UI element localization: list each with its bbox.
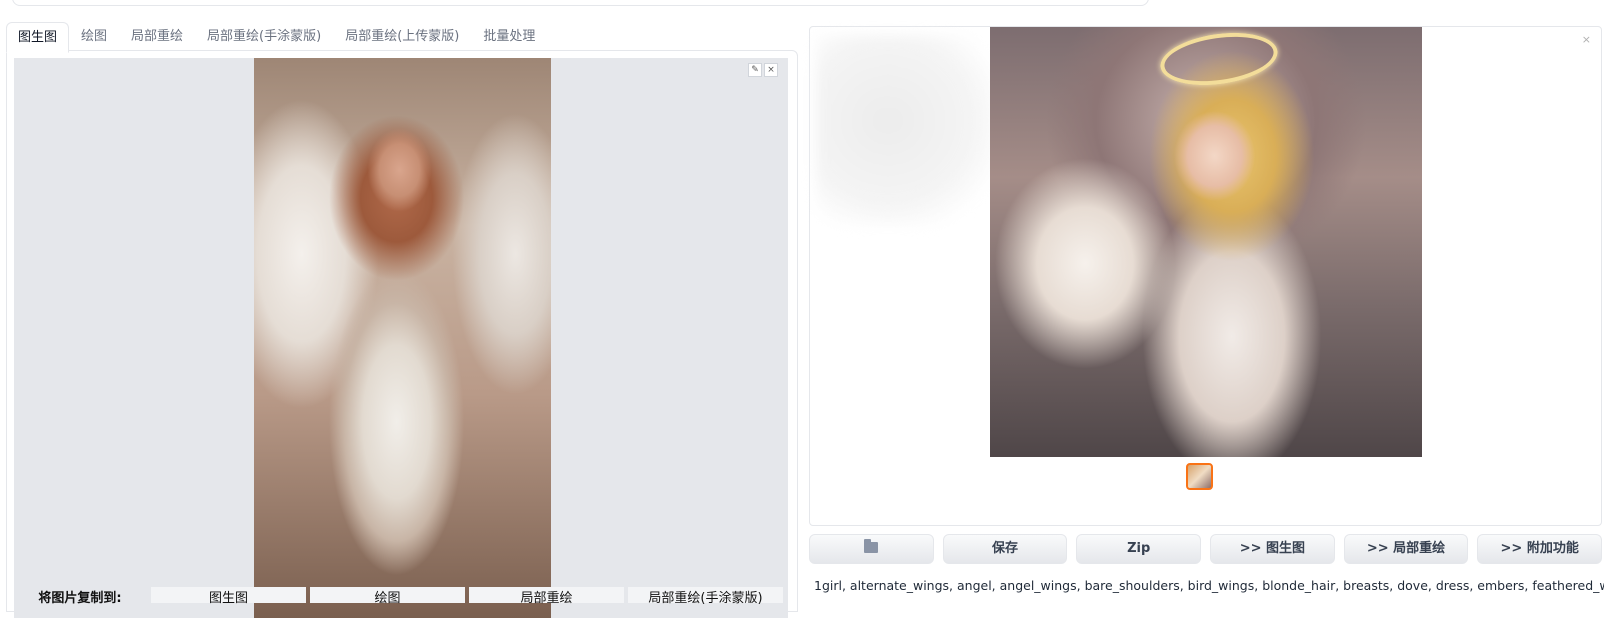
output-image[interactable] [990, 26, 1422, 457]
halo-shape [1157, 26, 1281, 92]
zip-button[interactable]: Zip [1076, 534, 1202, 564]
copy-to-inpaint-sketch-button[interactable]: 局部重绘(手涂蒙版) [628, 587, 783, 606]
copy-to-inpaint-button[interactable]: 局部重绘 [469, 587, 624, 606]
tab-inpaint[interactable]: 局部重绘 [119, 22, 195, 51]
tab-inpaint-upload[interactable]: 局部重绘(上传蒙版) [333, 22, 471, 51]
img2img-input-panel: ✎ × [6, 50, 798, 618]
save-button[interactable]: 保存 [942, 534, 1068, 564]
open-folder-button[interactable] [809, 534, 934, 564]
tab-inpaint-sketch[interactable]: 局部重绘(手涂蒙版) [195, 22, 333, 51]
input-image [254, 58, 551, 618]
output-gallery: × [809, 26, 1602, 526]
gallery-thumbnail[interactable] [1186, 463, 1213, 490]
close-icon[interactable]: × [764, 63, 778, 77]
tab-batch[interactable]: 批量处理 [471, 22, 547, 51]
tab-bar: 图生图 绘图 局部重绘 局部重绘(手涂蒙版) 局部重绘(上传蒙版) 批量处理 [6, 22, 547, 53]
pencil-icon[interactable]: ✎ [748, 63, 762, 77]
image-upload-area[interactable]: ✎ × [14, 58, 788, 618]
close-icon[interactable]: × [1582, 33, 1591, 46]
tab-img2img[interactable]: 图生图 [6, 22, 70, 53]
copy-to-label: 将图片复制到: [38, 591, 122, 606]
send-to-img2img-button[interactable]: >> 图生图 [1210, 534, 1335, 564]
send-to-extras-button[interactable]: >> 附加功能 [1477, 534, 1603, 564]
top-input-bar [12, 0, 1149, 6]
folder-icon [864, 539, 879, 553]
generation-info-text: 1girl, alternate_wings, angel, angel_win… [814, 578, 1604, 593]
image-controls: ✎ × [748, 63, 778, 77]
blurred-preview [816, 35, 996, 225]
send-to-inpaint-button[interactable]: >> 局部重绘 [1343, 534, 1469, 564]
output-actions: 保存 Zip >> 图生图 >> 局部重绘 >> 附加功能 [809, 534, 1603, 564]
tab-sketch[interactable]: 绘图 [69, 22, 119, 51]
copy-to-img2img-button[interactable]: 图生图 [151, 587, 306, 606]
copy-to-row: 将图片复制到: 图生图 绘图 局部重绘 局部重绘(手涂蒙版) [13, 587, 783, 606]
copy-to-sketch-button[interactable]: 绘图 [310, 587, 465, 606]
